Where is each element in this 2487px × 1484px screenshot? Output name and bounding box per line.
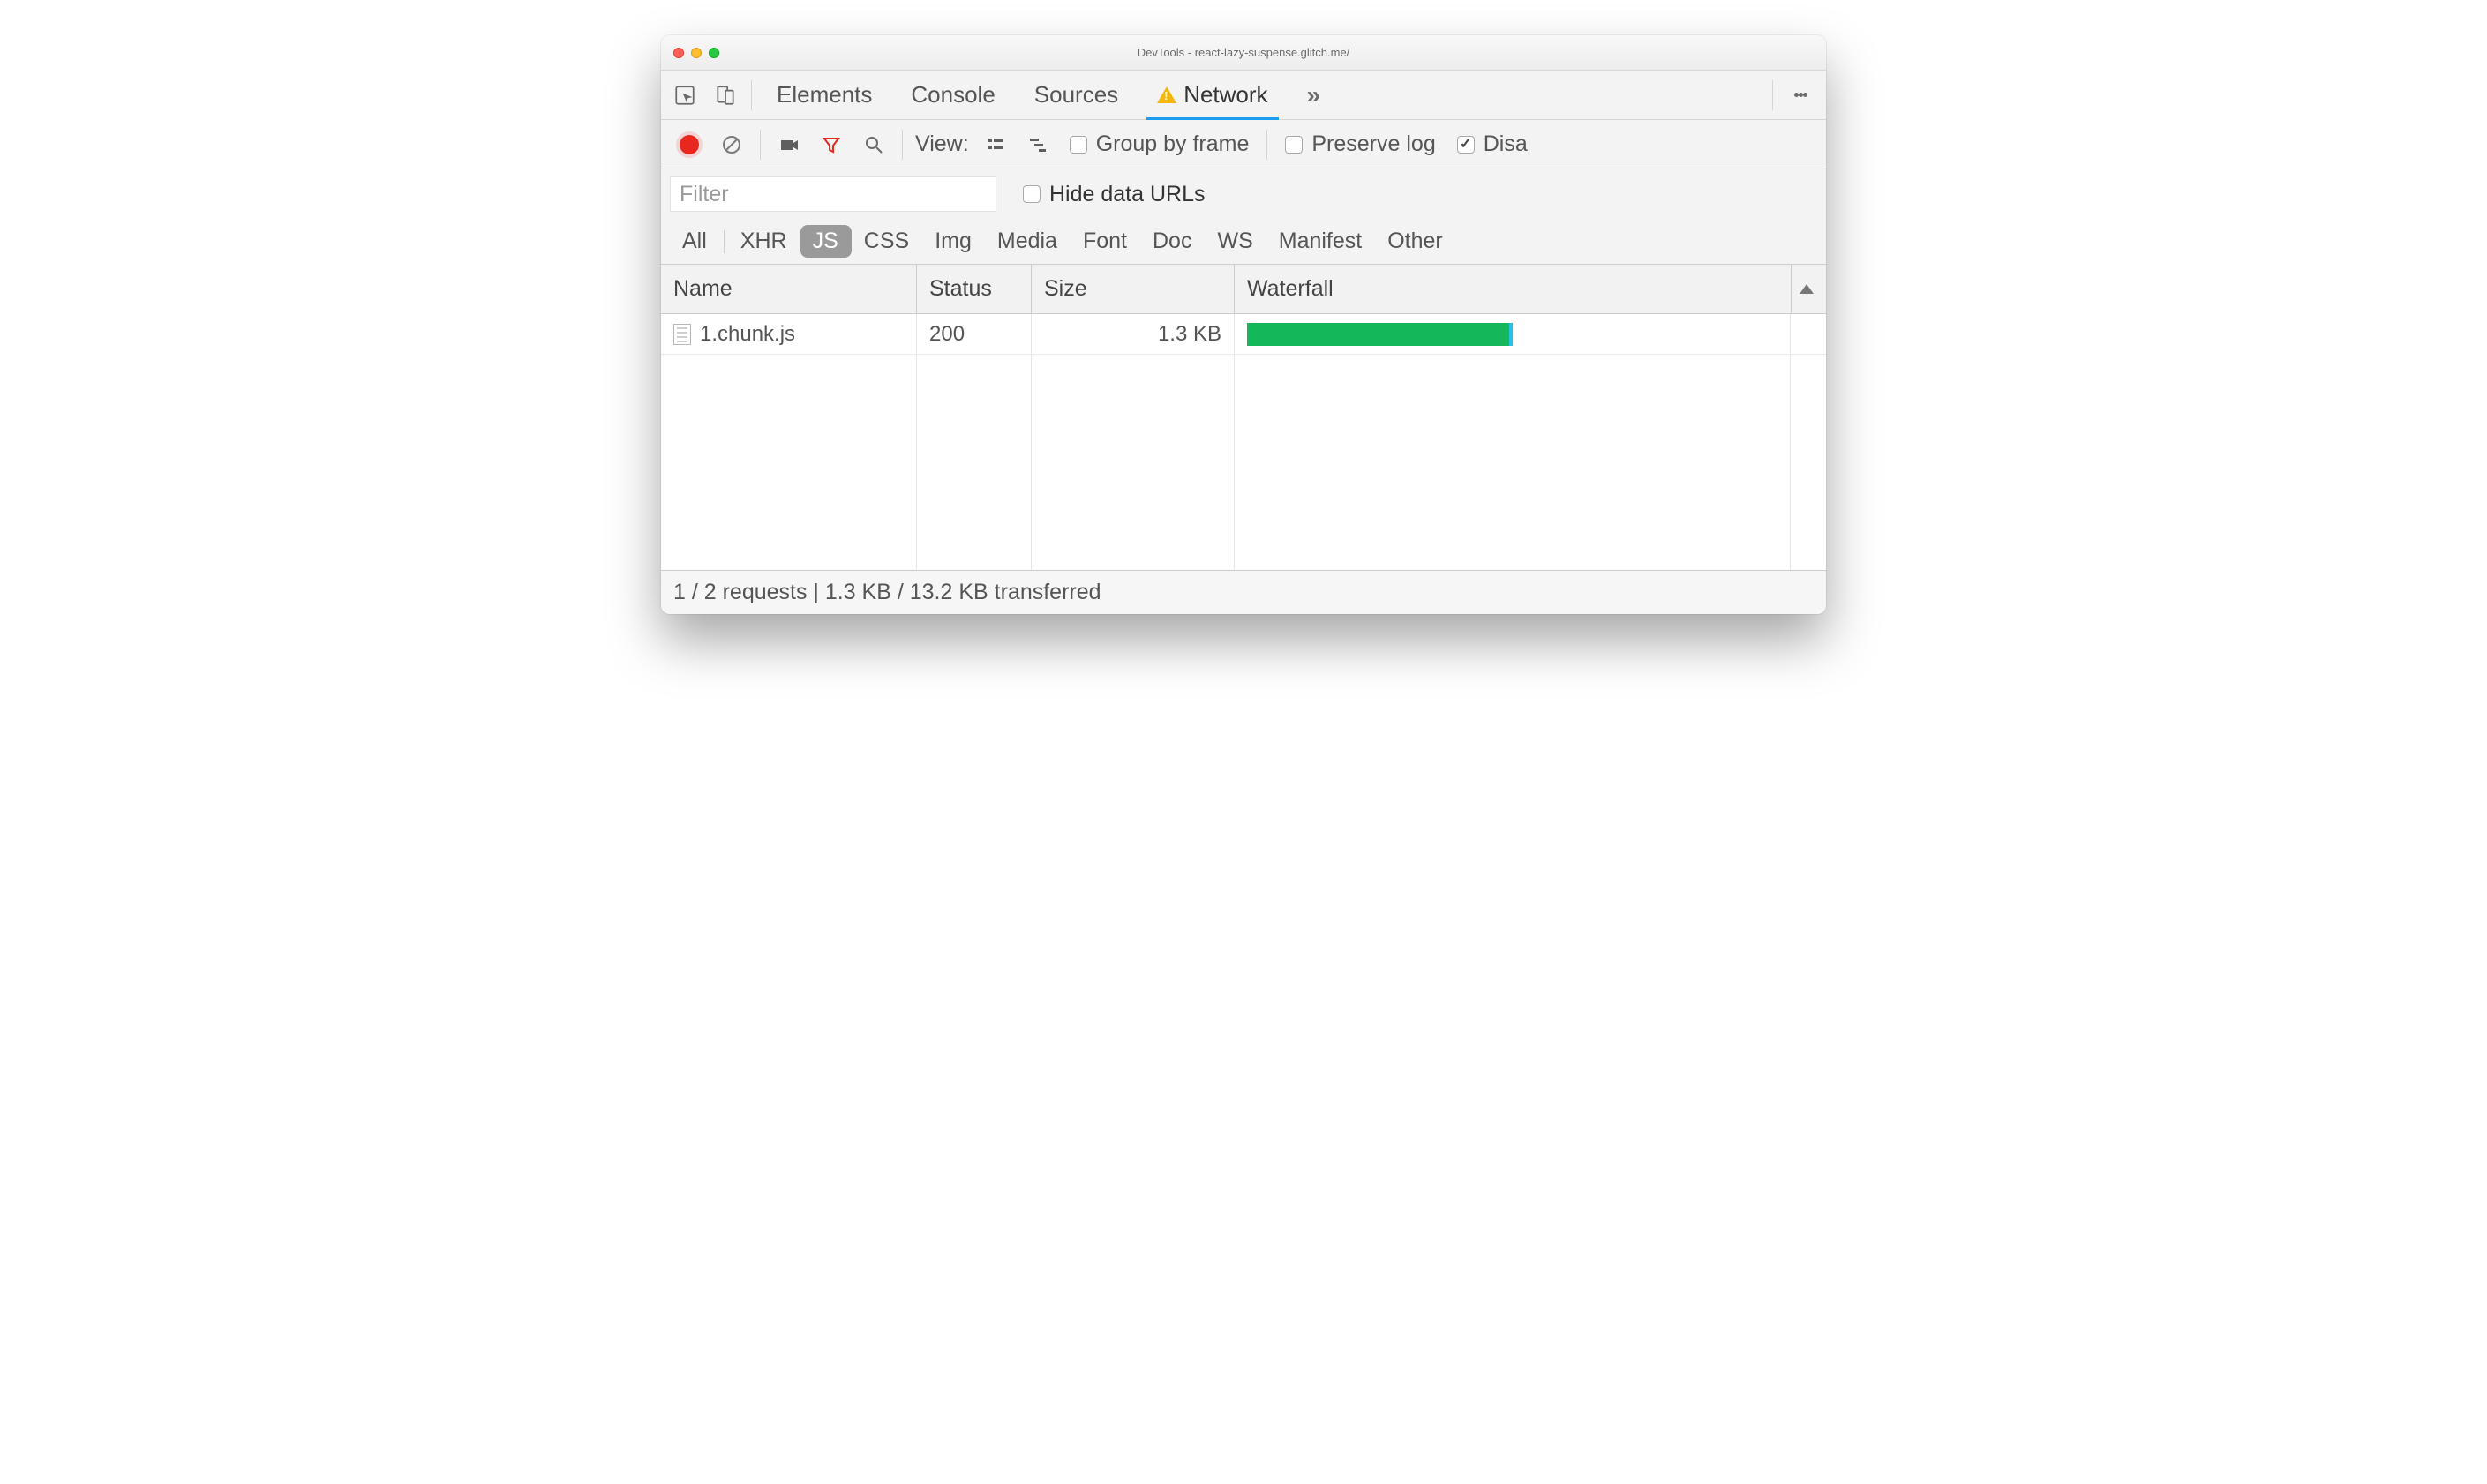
table-header: Name Status Size Waterfall (661, 265, 1826, 314)
tab-sources[interactable]: Sources (1015, 71, 1138, 119)
type-manifest[interactable]: Manifest (1266, 225, 1375, 258)
divider (760, 130, 761, 160)
overview-button[interactable] (1018, 120, 1057, 169)
type-font[interactable]: Font (1071, 225, 1140, 258)
list-icon (985, 134, 1006, 155)
funnel-icon (821, 134, 842, 155)
search-icon (863, 134, 884, 155)
tab-label: Console (911, 81, 995, 109)
device-toolbar-icon[interactable] (705, 71, 746, 119)
divider (1772, 80, 1773, 110)
tab-console[interactable]: Console (891, 71, 1014, 119)
checkbox-icon (1023, 185, 1041, 203)
filter-toggle-button[interactable] (812, 120, 851, 169)
table-row[interactable]: 1.chunk.js 200 1.3 KB (661, 314, 1826, 355)
type-js[interactable]: JS (800, 225, 852, 258)
disable-cache-checkbox[interactable]: Disa (1448, 131, 1537, 157)
zoom-window-button[interactable] (709, 48, 719, 58)
clear-button[interactable] (712, 120, 751, 169)
checkbox-icon (1457, 136, 1475, 154)
panel-tabs: Elements Console Sources Network » (661, 71, 1826, 120)
cell-name: 1.chunk.js (661, 314, 917, 354)
window-title: DevTools - react-lazy-suspense.glitch.me… (661, 46, 1826, 59)
request-name: 1.chunk.js (700, 322, 795, 347)
type-other[interactable]: Other (1375, 225, 1456, 258)
record-icon (680, 135, 699, 154)
checkbox-label: Preserve log (1311, 131, 1435, 157)
inspect-element-icon[interactable] (665, 71, 705, 119)
filter-bar: Filter Hide data URLs (661, 169, 1826, 219)
file-icon (673, 324, 691, 345)
group-by-frame-checkbox[interactable]: Group by frame (1061, 131, 1259, 157)
checkbox-icon (1285, 136, 1303, 154)
status-text: 1 / 2 requests | 1.3 KB / 13.2 KB transf… (673, 580, 1101, 605)
more-tabs-button[interactable]: » (1288, 71, 1335, 119)
clear-icon (721, 134, 742, 155)
close-window-button[interactable] (673, 48, 684, 58)
settings-kebab-button[interactable] (1778, 71, 1822, 119)
camera-icon (778, 134, 800, 155)
cell-status: 200 (917, 314, 1032, 354)
minimize-window-button[interactable] (691, 48, 702, 58)
tab-label: Network (1183, 81, 1267, 109)
type-all[interactable]: All (670, 225, 720, 258)
table-body: 1.chunk.js 200 1.3 KB (661, 314, 1826, 570)
tab-elements[interactable]: Elements (757, 71, 891, 119)
col-sort[interactable] (1791, 265, 1826, 313)
type-img[interactable]: Img (922, 225, 985, 258)
window-controls (673, 48, 719, 58)
chevrons-right-icon: » (1307, 81, 1316, 109)
search-button[interactable] (854, 120, 893, 169)
type-css[interactable]: CSS (852, 225, 922, 258)
cell-spacer (1791, 314, 1826, 354)
divider (902, 130, 903, 160)
col-name[interactable]: Name (661, 265, 917, 313)
status-bar: 1 / 2 requests | 1.3 KB / 13.2 KB transf… (661, 570, 1826, 614)
checkbox-icon (1070, 136, 1087, 154)
view-label: View: (912, 131, 973, 157)
waterfall-icon (1027, 134, 1048, 155)
type-xhr[interactable]: XHR (728, 225, 800, 258)
filter-placeholder: Filter (680, 182, 729, 207)
devtools-window: DevTools - react-lazy-suspense.glitch.me… (661, 35, 1826, 614)
filter-input[interactable]: Filter (670, 176, 996, 212)
hide-data-urls-checkbox[interactable]: Hide data URLs (1014, 182, 1213, 207)
tab-label: Elements (777, 81, 872, 109)
sort-asc-icon (1800, 284, 1814, 294)
preserve-log-checkbox[interactable]: Preserve log (1276, 131, 1444, 157)
resource-type-filters: All XHR JS CSS Img Media Font Doc WS Man… (661, 219, 1826, 265)
divider (751, 80, 752, 110)
cell-waterfall (1235, 314, 1791, 354)
capture-screenshots-button[interactable] (770, 120, 808, 169)
type-media[interactable]: Media (985, 225, 1071, 258)
requests-table: Name Status Size Waterfall 1.chunk.js 20… (661, 265, 1826, 570)
record-button[interactable] (670, 120, 709, 169)
type-ws[interactable]: WS (1205, 225, 1266, 258)
type-doc[interactable]: Doc (1140, 225, 1205, 258)
warning-icon (1157, 86, 1176, 103)
network-toolbar: View: Group by frame Preserve log Disa (661, 120, 1826, 169)
checkbox-label: Hide data URLs (1049, 182, 1205, 207)
checkbox-label: Group by frame (1096, 131, 1250, 157)
large-rows-button[interactable] (976, 120, 1015, 169)
col-size[interactable]: Size (1032, 265, 1235, 313)
divider (1266, 130, 1267, 160)
waterfall-bar (1247, 323, 1513, 346)
tab-network[interactable]: Network (1138, 71, 1287, 119)
tab-label: Sources (1034, 81, 1118, 109)
cell-size: 1.3 KB (1032, 314, 1235, 354)
col-status[interactable]: Status (917, 265, 1032, 313)
checkbox-label: Disa (1484, 131, 1528, 157)
col-waterfall[interactable]: Waterfall (1235, 265, 1791, 313)
titlebar: DevTools - react-lazy-suspense.glitch.me… (661, 35, 1826, 71)
divider (724, 230, 725, 253)
